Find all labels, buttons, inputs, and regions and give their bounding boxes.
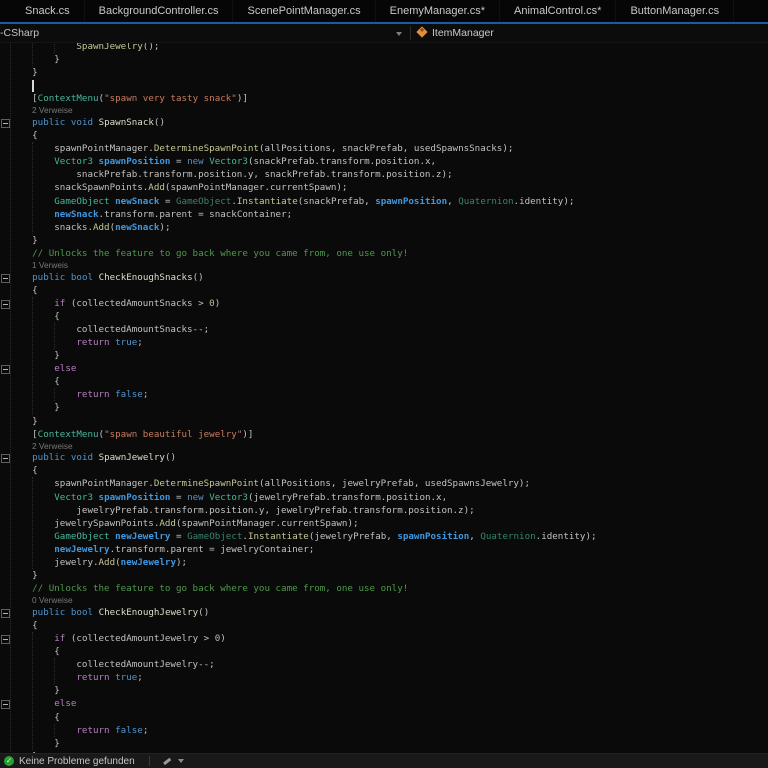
tab-animalcontrol-cs-[interactable]: AnimalControl.cs* xyxy=(500,0,617,22)
no-problems-check-icon: ✓ xyxy=(4,756,14,766)
code-line[interactable]: { xyxy=(10,464,768,477)
tab-bar: Snack.cs BackgroundController.cs ScenePoin… xyxy=(0,0,768,22)
fold-collapse-box[interactable] xyxy=(1,299,10,309)
code-line[interactable]: return true; xyxy=(10,671,768,684)
chevron-down-icon[interactable] xyxy=(396,32,402,36)
code-line[interactable]: { xyxy=(10,310,768,323)
code-line[interactable]: spawnPointManager.DetermineSpawnPoint(al… xyxy=(10,477,768,490)
code-line[interactable]: if (collectedAmountSnacks > 0) xyxy=(10,297,768,310)
code-line[interactable]: } xyxy=(10,66,768,79)
codelens-references[interactable]: 2 Verweise xyxy=(10,105,768,116)
code-line[interactable]: collectedAmountJewelry--; xyxy=(10,658,768,671)
navigation-bar: -CSharp ItemManager xyxy=(0,24,768,43)
code-line[interactable]: [ContextMenu("spawn very tasty snack")] xyxy=(10,92,768,105)
code-line[interactable]: snackSpawnPoints.Add(spawnPointManager.c… xyxy=(10,181,768,194)
tab-snack-cs[interactable]: Snack.cs xyxy=(11,0,85,22)
code-line[interactable]: newSnack.transform.parent = snackContain… xyxy=(10,208,768,221)
code-line[interactable]: Vector3 spawnPosition = new Vector3(snac… xyxy=(10,155,768,168)
code-line[interactable]: public bool CheckEnoughJewelry() xyxy=(10,606,768,619)
code-line[interactable]: // Unlocks the feature to go back where … xyxy=(10,247,768,260)
class-icon xyxy=(416,26,428,38)
code-line[interactable]: [ContextMenu("spawn beautiful jewelry")] xyxy=(10,428,768,441)
code-line[interactable]: GameObject newJewelry = GameObject.Insta… xyxy=(10,530,768,543)
code-line[interactable]: else xyxy=(10,362,768,375)
tab-enemymanager-cs-[interactable]: EnemyManager.cs* xyxy=(376,0,501,22)
fold-collapse-box[interactable] xyxy=(1,364,10,374)
code-line[interactable]: { xyxy=(10,129,768,142)
fold-collapse-box[interactable] xyxy=(1,634,10,644)
health-status-message[interactable]: Keine Probleme gefunden xyxy=(19,756,135,767)
code-line[interactable]: if (collectedAmountJewelry > 0) xyxy=(10,632,768,645)
fold-collapse-box[interactable] xyxy=(1,453,10,463)
code-editor[interactable]: SpawnJewelry(); } } [ContextMenu("spawn … xyxy=(0,0,768,768)
chevron-down-icon[interactable] xyxy=(177,759,184,763)
code-line[interactable]: public void SpawnSnack() xyxy=(10,116,768,129)
fold-collapse-box[interactable] xyxy=(1,118,10,128)
code-line[interactable]: collectedAmountSnacks--; xyxy=(10,323,768,336)
code-line[interactable]: return false; xyxy=(10,724,768,737)
filter-pen-icon[interactable] xyxy=(162,756,172,766)
codelens-references[interactable]: 1 Verweis xyxy=(10,260,768,271)
code-line[interactable]: Vector3 spawnPosition = new Vector3(jewe… xyxy=(10,491,768,504)
code-line[interactable]: { xyxy=(10,619,768,632)
code-line[interactable]: GameObject newSnack = GameObject.Instant… xyxy=(10,195,768,208)
code-line[interactable]: newJewelry.transform.parent = jewelryCon… xyxy=(10,543,768,556)
code-line[interactable]: spawnPointManager.DetermineSpawnPoint(al… xyxy=(10,142,768,155)
code-line[interactable]: } xyxy=(10,415,768,428)
code-line[interactable]: } xyxy=(10,401,768,414)
code-line[interactable]: else xyxy=(10,697,768,710)
code-line[interactable]: return false; xyxy=(10,388,768,401)
codelens-references[interactable]: 0 Verweise xyxy=(10,595,768,606)
code-line[interactable]: jewelry.Add(newJewelry); xyxy=(10,556,768,569)
tab-backgroundcontroller-cs[interactable]: BackgroundController.cs xyxy=(85,0,234,22)
ide-window: SpawnJewelry(); } } [ContextMenu("spawn … xyxy=(0,0,768,768)
code-line[interactable]: { xyxy=(10,284,768,297)
code-line[interactable]: } xyxy=(10,53,768,66)
code-line[interactable]: { xyxy=(10,711,768,724)
code-line[interactable] xyxy=(10,79,768,92)
code-line[interactable]: public void SpawnJewelry() xyxy=(10,451,768,464)
navbar-divider xyxy=(410,26,411,40)
fold-collapse-box[interactable] xyxy=(1,273,10,283)
code-line[interactable]: } xyxy=(10,684,768,697)
fold-collapse-box[interactable] xyxy=(1,608,10,618)
tab-scenepointmanager-cs[interactable]: ScenePointManager.cs xyxy=(233,0,376,22)
fold-collapse-box[interactable] xyxy=(1,699,10,709)
code-line[interactable]: snacks.Add(newSnack); xyxy=(10,221,768,234)
code-line[interactable]: } xyxy=(10,234,768,247)
project-dropdown[interactable]: -CSharp xyxy=(0,24,39,42)
code-line[interactable]: } xyxy=(10,349,768,362)
code-line[interactable]: public bool CheckEnoughSnacks() xyxy=(10,271,768,284)
code-line[interactable]: jewelryPrefab.transform.position.y, jewe… xyxy=(10,504,768,517)
code-line[interactable]: { xyxy=(10,645,768,658)
statusbar-divider xyxy=(148,756,150,766)
code-line[interactable]: } xyxy=(10,737,768,750)
code-line[interactable]: return true; xyxy=(10,336,768,349)
code-line[interactable]: } xyxy=(10,569,768,582)
code-line[interactable]: jewelrySpawnPoints.Add(spawnPointManager… xyxy=(10,517,768,530)
document-health-bar: ✓ Keine Probleme gefunden xyxy=(0,753,768,768)
text-caret xyxy=(32,79,34,92)
code-line[interactable]: { xyxy=(10,375,768,388)
code-line[interactable]: snackPrefab.transform.position.y, snackP… xyxy=(10,168,768,181)
type-dropdown[interactable]: ItemManager xyxy=(432,24,494,42)
code-line[interactable]: // Unlocks the feature to go back where … xyxy=(10,582,768,595)
code-area[interactable]: SpawnJewelry(); } } [ContextMenu("spawn … xyxy=(0,40,768,763)
codelens-references[interactable]: 2 Verweise xyxy=(10,441,768,452)
tab-buttonmanager-cs[interactable]: ButtonManager.cs xyxy=(616,0,735,22)
